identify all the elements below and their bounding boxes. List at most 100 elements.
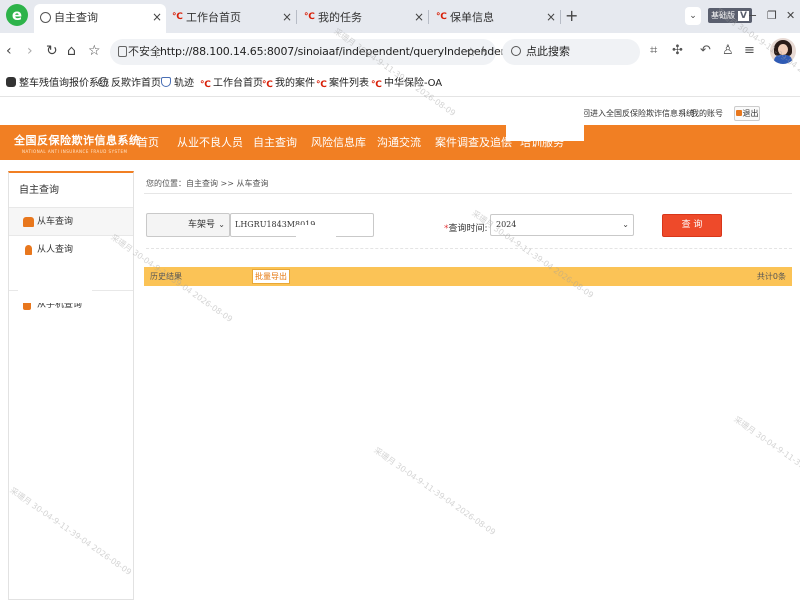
car-icon <box>23 217 34 227</box>
edition-badge[interactable]: 基础版 V <box>708 8 752 23</box>
lock-icon <box>118 46 127 57</box>
tab-my-tasks[interactable]: ℃ 我的任务 × <box>298 4 428 33</box>
watermark: 采珊月 30-04-9-11-39-04 2026-08-09 <box>372 445 498 537</box>
nav-communication[interactable]: 沟通交流 <box>377 125 421 161</box>
search-icon <box>511 46 521 56</box>
bookmark-track[interactable]: 轨迹 <box>161 71 194 97</box>
redaction-block <box>506 97 584 141</box>
close-tab-icon[interactable]: × <box>282 4 292 31</box>
undo-icon[interactable]: ↶ <box>700 43 711 59</box>
globe-icon <box>40 12 51 23</box>
search-placeholder: 点此搜索 <box>526 45 570 58</box>
tab-divider <box>296 10 297 24</box>
minimize-button[interactable]: − <box>748 8 757 24</box>
tab-divider <box>428 10 429 24</box>
cic-logo-icon: ℃ <box>436 12 447 22</box>
back-icon[interactable]: ‹ <box>6 43 12 59</box>
bookmark-oa[interactable]: ℃ 中华保险-OA <box>371 71 442 97</box>
tab-list-dropdown[interactable]: ⌄ <box>685 7 701 25</box>
form-divider <box>146 248 792 249</box>
sidebar-item-vehicle-query[interactable]: 从车查询 <box>9 207 133 235</box>
my-account-link[interactable]: 我的账号 <box>691 108 723 119</box>
profile-avatar[interactable] <box>770 38 796 64</box>
logout-icon <box>735 110 742 116</box>
enter-system-link[interactable]: 回进入全国反保险欺诈信息系统 <box>582 108 694 119</box>
watermark: 采珊月 30-04-9-11-39-04 2026-08-09 <box>732 414 800 506</box>
forward-icon[interactable]: › <box>27 43 33 59</box>
batch-export-button[interactable]: 批量导出 <box>252 269 290 284</box>
query-time-select[interactable]: 2024 ⌄ <box>490 214 634 236</box>
bookmark-label: 案件列表 <box>329 78 369 89</box>
user-icon[interactable]: ♙ <box>722 43 734 59</box>
extensions-icon[interactable]: ✣ <box>672 43 683 59</box>
person-icon <box>25 245 32 255</box>
sidebar-title: 自主查询 <box>19 185 59 196</box>
sidebar-item-person-query[interactable]: 从人查询 <box>9 235 133 263</box>
close-tab-icon[interactable]: × <box>546 4 556 31</box>
bookmark-case-list[interactable]: ℃ 案件列表 <box>316 71 369 97</box>
close-window-button[interactable]: ✕ <box>786 8 795 24</box>
close-tab-icon[interactable]: × <box>152 4 162 31</box>
redaction-block <box>18 265 92 303</box>
edition-label: 基础版 <box>711 11 735 20</box>
nav-self-query[interactable]: 自主查询 <box>253 125 297 161</box>
nav-risk-database[interactable]: 风险信息库 <box>311 125 366 161</box>
logout-button[interactable]: 退出 <box>734 106 760 121</box>
home-icon[interactable]: ⌂ <box>67 43 76 59</box>
bookmark-label: 我的案件 <box>275 78 315 89</box>
system-logo-subtitle: NATIONAL ANTI INSURANCE FRAUD SYSTEM <box>22 149 128 154</box>
bookmark-anti-fraud[interactable]: 反欺诈首页 <box>98 71 161 97</box>
bookmark-label: 反欺诈首页 <box>111 78 161 89</box>
system-logo-title: 全国反保险欺诈信息系统 <box>14 134 141 147</box>
favorite-star-icon[interactable]: ☆ <box>88 43 101 59</box>
breadcrumb: 您的位置：自主查询 >> 从车查询 <box>146 179 269 188</box>
tab-divider <box>560 10 561 24</box>
query-type-select[interactable]: 车架号 ⌄ <box>146 213 230 237</box>
bookmark-star-icon[interactable]: ☆ <box>465 45 476 59</box>
nav-bad-personnel[interactable]: 从业不良人员 <box>177 125 243 161</box>
query-time-text: 查询时间: <box>448 224 488 234</box>
bookmark-label: 轨迹 <box>174 78 194 89</box>
cic-logo-icon: ℃ <box>316 80 327 90</box>
restore-button[interactable]: ❐ <box>767 8 777 24</box>
lightning-icon[interactable]: ϟ <box>480 45 488 59</box>
tab-policy-info[interactable]: ℃ 保单信息 × <box>430 4 560 33</box>
cic-logo-icon: ℃ <box>262 80 273 90</box>
bookmark-label: 整车残值询报价系统 <box>19 78 109 89</box>
menu-icon[interactable]: ≡ <box>744 43 755 59</box>
bookmark-residual-value[interactable]: 整车残值询报价系统 <box>6 71 109 97</box>
query-time-value: 2024 <box>496 220 517 229</box>
crop-icon[interactable]: ⌗ <box>650 43 657 59</box>
cic-logo-icon: ℃ <box>304 12 315 22</box>
globe-icon <box>98 77 108 87</box>
close-tab-icon[interactable]: × <box>414 4 424 31</box>
tab-workbench[interactable]: ℃ 工作台首页 × <box>166 4 296 33</box>
address-bar[interactable]: 不安全 http://88.100.14.65:8007/sinoiaaf/in… <box>110 39 586 65</box>
link-separator: | <box>683 108 686 117</box>
avatar-face <box>778 44 788 55</box>
redaction-block <box>144 286 248 321</box>
bookmark-icon <box>6 77 16 87</box>
search-box[interactable]: 点此搜索 <box>502 39 640 65</box>
query-type-value: 车架号 <box>187 220 215 230</box>
chevron-down-icon: ⌄ <box>622 220 629 229</box>
bookmark-workbench[interactable]: ℃ 工作台首页 <box>200 71 263 97</box>
results-count: 共计0条 <box>756 272 786 281</box>
redaction-block <box>296 225 336 243</box>
avatar-body <box>774 55 792 64</box>
refresh-icon[interactable]: ↻ <box>46 43 58 59</box>
bookmark-label: 工作台首页 <box>213 78 263 89</box>
browser-logo-icon: e <box>6 4 28 26</box>
nav-home[interactable]: 首页 <box>137 125 159 161</box>
results-header: 历史结果 批量导出 共计0条 <box>144 267 792 286</box>
tab-label: 我的任务 <box>318 11 362 24</box>
new-tab-button[interactable]: + <box>565 4 578 28</box>
sidebar: 自主查询 从车查询 从人查询 从手机查询 <box>8 171 134 600</box>
query-button[interactable]: 查 询 <box>662 214 722 237</box>
bookmark-label: 中华保险-OA <box>384 78 443 89</box>
cic-logo-icon: ℃ <box>172 12 183 22</box>
bookmark-my-cases[interactable]: ℃ 我的案件 <box>262 71 315 97</box>
shield-icon <box>161 77 171 87</box>
nav-case-investigation[interactable]: 案件调查及追偿 <box>435 125 512 161</box>
tab-self-query[interactable]: 自主查询 × <box>34 4 166 33</box>
